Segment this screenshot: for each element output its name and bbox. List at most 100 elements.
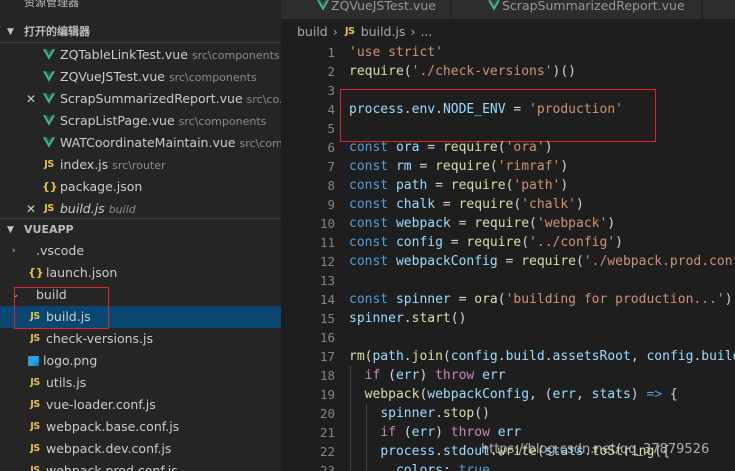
open-editor-path: src\co... [246, 93, 281, 106]
code-token: => [646, 387, 663, 402]
code-token: . [435, 102, 443, 117]
editor-tab[interactable]: Scr [703, 0, 735, 19]
file-tree-name: vue-loader.conf.js [46, 397, 156, 412]
code-token: ) [724, 292, 733, 307]
code-line: const chalk = require('chalk') [349, 195, 584, 214]
code-token: ) [615, 235, 623, 250]
code-token: require [466, 235, 522, 250]
close-icon[interactable]: ✕ [24, 88, 38, 110]
chevron-right-icon: › [12, 246, 16, 256]
tab-label: ScrapSummarizedReport.vue [502, 0, 685, 13]
breadcrumb-separator-icon: › [410, 24, 416, 39]
code-token: . [403, 349, 412, 364]
open-editor-name: build.js [60, 201, 105, 216]
breadcrumb-rest[interactable]: ... [420, 24, 432, 39]
code-token: 'use strict' [349, 45, 443, 60]
file-tree-item[interactable]: JS utils.js [0, 372, 281, 394]
open-editor-item[interactable]: JS index.js src\router [0, 154, 281, 176]
open-editor-item[interactable]: {} package.json [0, 176, 281, 198]
code-token: webpackConfig [395, 254, 498, 269]
code-line: if (err) throw err [349, 423, 521, 442]
code-line: spinner.start() [349, 309, 466, 328]
line-number: 7 [327, 159, 335, 174]
file-tree-item[interactable]: {} launch.json [0, 262, 281, 284]
code-token: chalk [395, 197, 436, 212]
open-editor-path: src\components [178, 115, 267, 128]
explorer-sidebar: 资源管理器 ▼ 打开的编辑器 ZQTableLinkTest.vue src\co… [0, 0, 281, 471]
code-token: , [576, 387, 592, 402]
breadcrumb-file[interactable]: build.js [361, 24, 406, 39]
code-token: 'webpack' [536, 216, 608, 231]
code-token: process [380, 444, 436, 459]
code-token: . [403, 311, 412, 326]
code-token: ( [521, 235, 530, 250]
project-header[interactable]: ▼ VUEAPP [0, 218, 281, 240]
breadcrumb-separator-icon: › [332, 24, 338, 39]
open-editor-item[interactable]: ✕ JS build.js build [0, 198, 281, 220]
code-token: . [403, 102, 412, 117]
file-tree-item[interactable]: JS webpack.prod.conf.js [0, 460, 281, 471]
code-token: throw [435, 368, 475, 383]
line-number: 18 [319, 368, 335, 383]
open-editors-header[interactable]: ▼ 打开的编辑器 [0, 21, 281, 43]
line-number: 23 [319, 463, 335, 471]
line-number: 22 [319, 444, 335, 459]
code-token: err [411, 425, 436, 440]
file-tree-item[interactable]: JS webpack.base.conf.js [0, 416, 281, 438]
code-token: rm [349, 349, 365, 364]
code-token: join [411, 349, 443, 364]
open-editor-path: build [108, 203, 136, 216]
editor-tab[interactable]: ZQVueJSTest.vue [281, 0, 451, 19]
code-token: ( [489, 159, 498, 174]
breadcrumb: build › JS build.js ›... [281, 21, 735, 43]
open-editor-item[interactable]: ScrapListPage.vue src\components [0, 110, 281, 132]
code-token: const [349, 216, 389, 231]
code-token: ora [395, 140, 420, 155]
code-token: build [701, 349, 735, 364]
code-token: 'path' [513, 178, 561, 193]
code-token: err [395, 368, 420, 383]
vue-icon [488, 0, 502, 12]
image-file-icon [28, 356, 39, 366]
file-tree-item[interactable]: JS vue-loader.conf.js [0, 394, 281, 416]
vue-icon [42, 132, 56, 154]
code-token: err [552, 387, 576, 402]
file-tree-item[interactable]: logo.png [0, 350, 281, 372]
code-token: ( [403, 64, 412, 79]
code-token: spinner [395, 292, 451, 307]
open-editor-item[interactable]: ✕ ScrapSummarizedReport.vuesrc\co... [0, 88, 281, 110]
open-editor-item[interactable]: WATCoordinateMaintain.vuesrc\com... [0, 132, 281, 154]
code-token: ) [576, 197, 584, 212]
editor-tab-bar: ZQVueJSTest.vue ScrapSummarizedReport.vue… [281, 0, 735, 19]
js-file-icon: JS [44, 203, 54, 214]
code-token: ) [607, 216, 616, 231]
line-number: 4 [327, 102, 335, 117]
breadcrumb-folder[interactable]: build [297, 24, 328, 39]
line-number: 11 [319, 235, 335, 250]
code-token: = [497, 254, 522, 269]
code-token: require [442, 140, 498, 155]
file-tree-item[interactable]: › .vscode [0, 240, 281, 262]
open-editor-item[interactable]: ZQTableLinkTest.vue src\components [0, 44, 281, 66]
code-line: const rm = require('rimraf') [349, 157, 568, 176]
code-token: = [505, 102, 530, 117]
vue-icon [42, 88, 56, 110]
editor-tab[interactable]: ScrapSummarizedReport.vue [452, 0, 702, 19]
file-tree-name: webpack.dev.conf.js [46, 441, 172, 456]
open-editor-item[interactable]: ZQVueJSTest.vue src\components [0, 66, 281, 88]
code-editor[interactable]: 1'use strict' 2 require('./check-versions'… [281, 43, 735, 471]
code-token: = [411, 159, 436, 174]
code-token: err [482, 368, 506, 383]
file-tree-item[interactable]: JS check-versions.js [0, 328, 281, 350]
indent-guide [350, 366, 351, 471]
file-tree-name: logo.png [43, 353, 98, 368]
code-token: const [349, 159, 389, 174]
open-editor-name: index.js [60, 157, 109, 172]
file-tree-item[interactable]: JS webpack.dev.conf.js [0, 438, 281, 460]
close-icon[interactable]: ✕ [24, 198, 38, 220]
code-token: require [435, 159, 490, 174]
